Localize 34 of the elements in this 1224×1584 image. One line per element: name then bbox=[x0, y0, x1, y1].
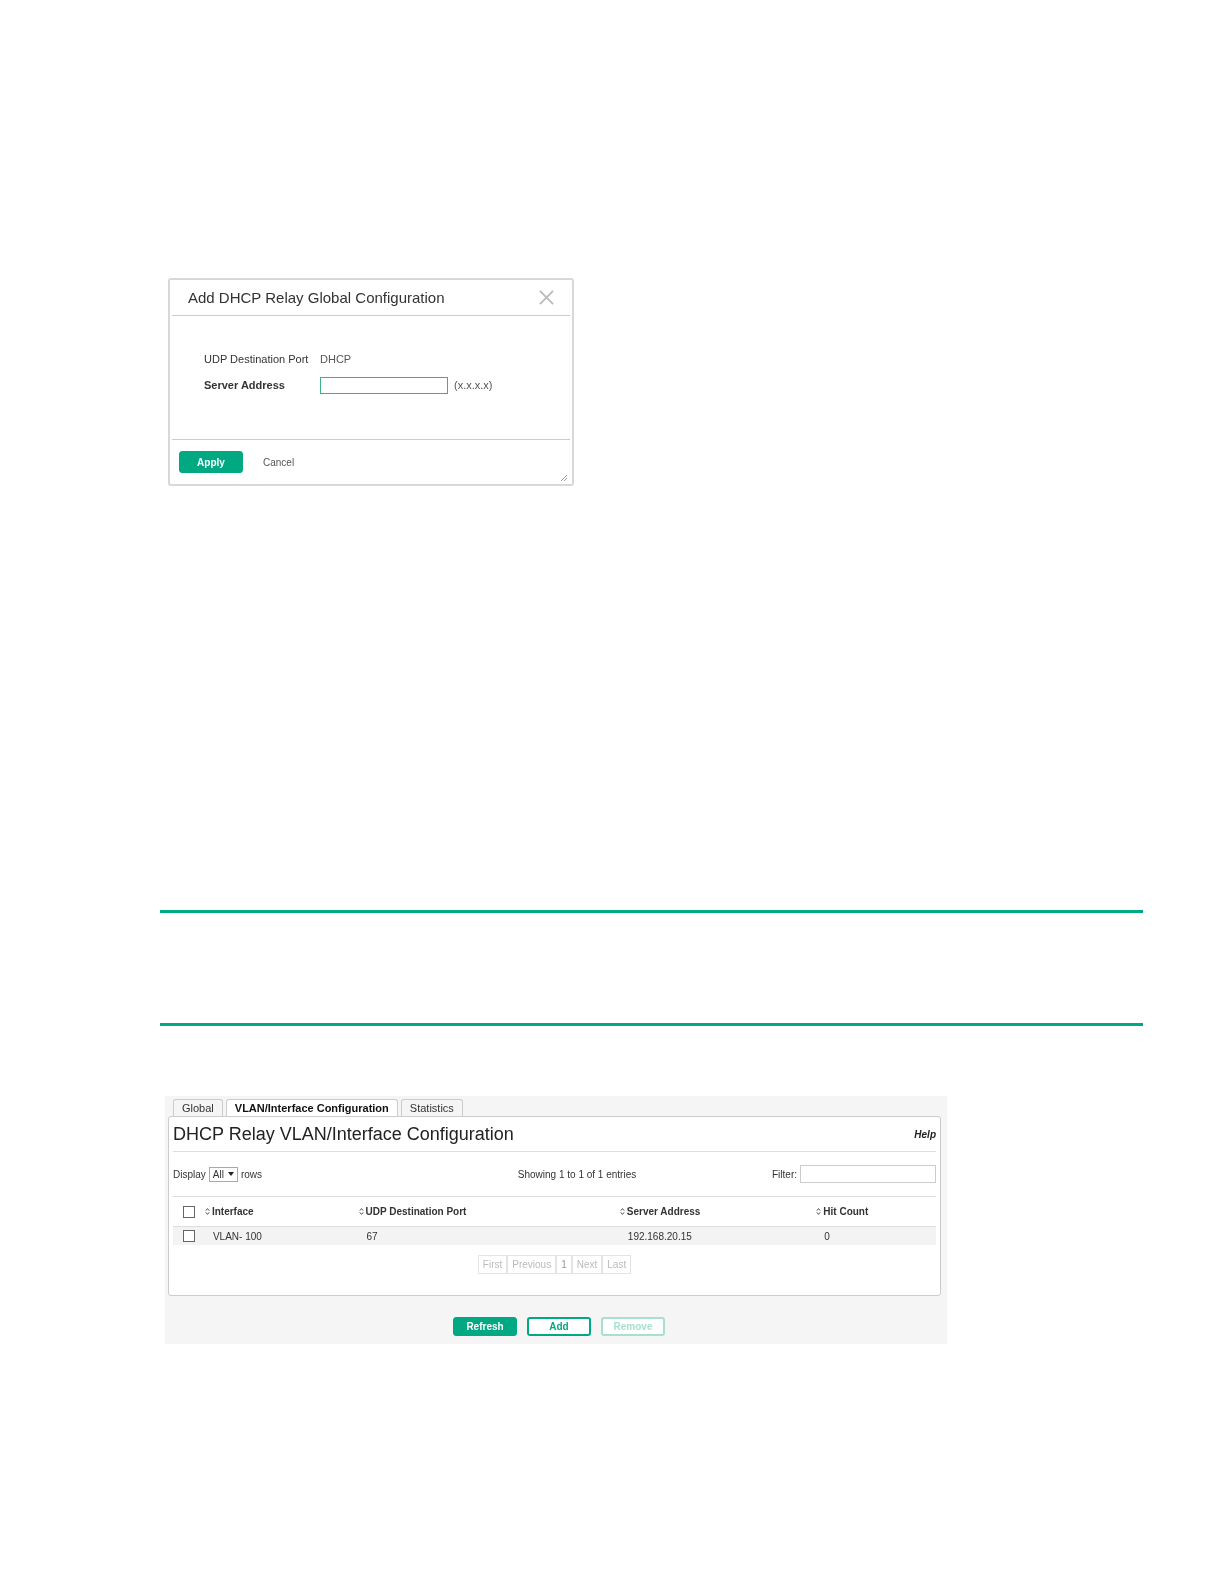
filter-field[interactable] bbox=[800, 1165, 936, 1183]
tab[interactable]: Statistics bbox=[400, 1099, 463, 1116]
field-label: Server Address bbox=[204, 379, 286, 391]
dialog-title: Add DHCP Relay Global Configuration bbox=[188, 289, 445, 306]
cancel-button[interactable]: Cancel bbox=[257, 455, 301, 469]
checkbox[interactable] bbox=[182, 1205, 195, 1218]
column-header[interactable]: Server Address bbox=[626, 1206, 701, 1217]
field-label: UDP Destination Port bbox=[204, 353, 310, 365]
rows-dropdown[interactable]: All bbox=[208, 1166, 238, 1182]
table-cell: 67 bbox=[366, 1230, 378, 1242]
page-title: DHCP Relay VLAN/Interface Configuration bbox=[173, 1123, 514, 1145]
help-link[interactable]: Help bbox=[914, 1128, 936, 1140]
tab[interactable]: VLAN/Interface Configuration bbox=[225, 1099, 398, 1116]
display-label: Display bbox=[173, 1168, 206, 1180]
server-address-field[interactable] bbox=[320, 376, 448, 394]
column-header[interactable]: Interface bbox=[211, 1206, 254, 1217]
table-cell: 192.168.20.15 bbox=[627, 1230, 692, 1242]
column-header[interactable]: Hit Count bbox=[823, 1206, 869, 1217]
sort-icon[interactable] bbox=[358, 1207, 364, 1216]
field-value: DHCP bbox=[320, 353, 352, 365]
resize-handle-icon[interactable] bbox=[560, 474, 568, 482]
tab[interactable]: Global bbox=[173, 1099, 223, 1116]
sort-icon[interactable] bbox=[619, 1207, 625, 1216]
rows-label: rows bbox=[240, 1168, 263, 1180]
format-hint: (x.x.x.x) bbox=[454, 379, 493, 391]
table-cell: VLAN- 100 bbox=[212, 1230, 262, 1242]
sort-icon[interactable] bbox=[816, 1207, 822, 1216]
caret-icon bbox=[227, 1172, 234, 1176]
filter-label: Filter: bbox=[772, 1168, 797, 1180]
entries-info: Showing 1 to 1 of 1 entries bbox=[517, 1168, 637, 1180]
table-cell: 0 bbox=[824, 1230, 830, 1242]
checkbox[interactable] bbox=[182, 1230, 195, 1242]
column-header[interactable]: UDP Destination Port bbox=[365, 1206, 467, 1217]
sort-icon[interactable] bbox=[204, 1207, 210, 1216]
